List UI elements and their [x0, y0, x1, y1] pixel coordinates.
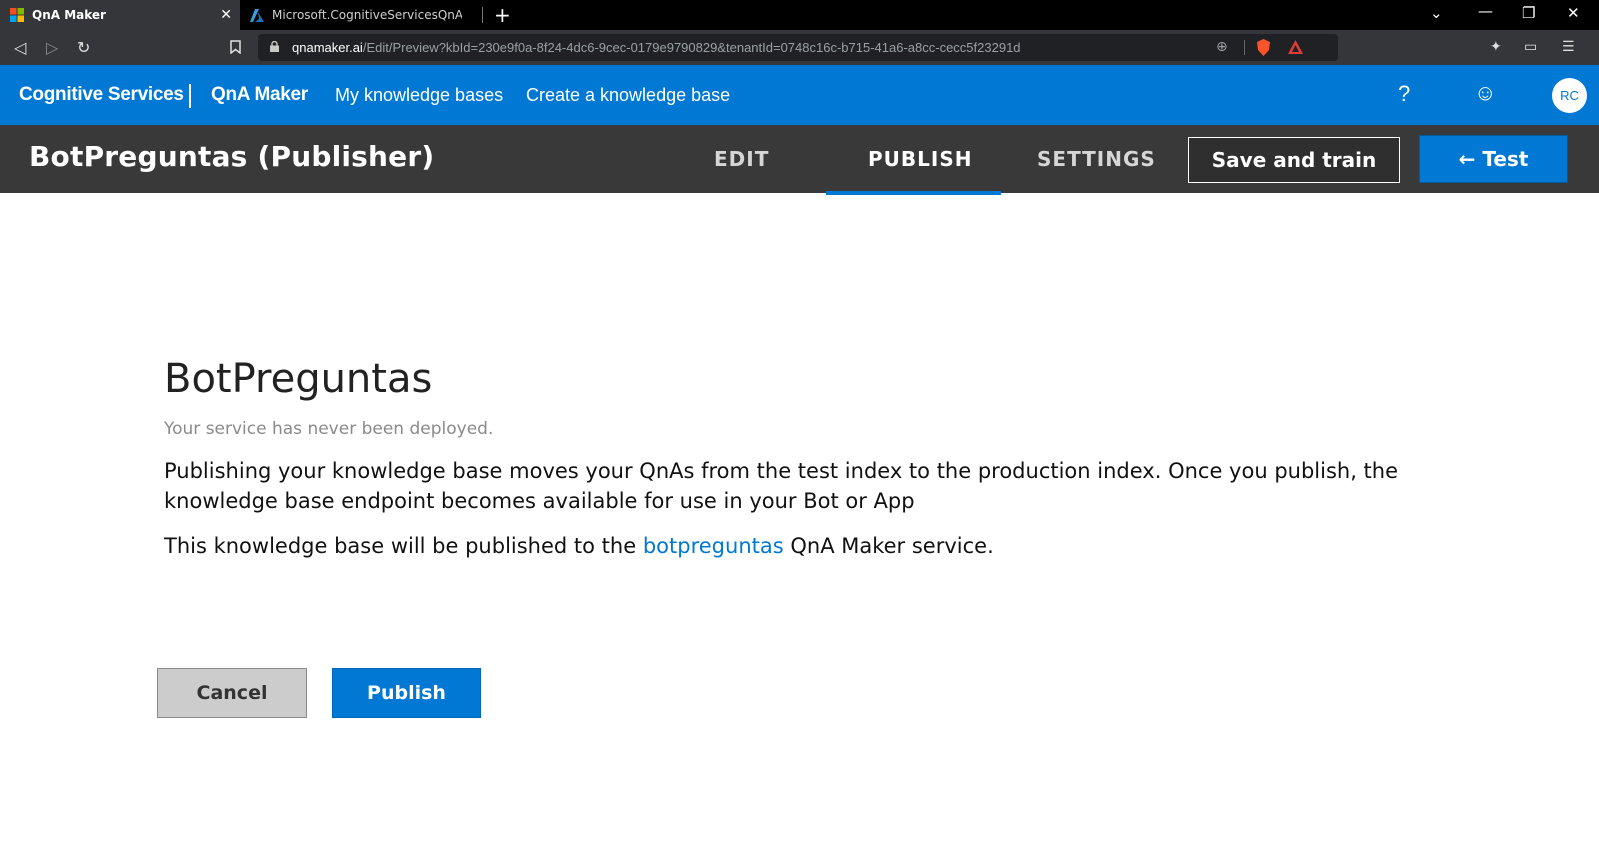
brand-divider — [189, 84, 191, 108]
service-name-heading: BotPreguntas — [164, 356, 433, 402]
tab-divider — [482, 7, 483, 23]
brave-shield-icon[interactable] — [1256, 39, 1271, 56]
tab-title: QnA Maker — [32, 8, 106, 22]
tab-publish[interactable]: PUBLISH — [868, 147, 972, 171]
qna-maker-link[interactable]: QnA Maker — [211, 84, 308, 106]
wallet-icon[interactable]: ▭ — [1524, 39, 1537, 55]
extensions-icon[interactable]: ✦ — [1490, 39, 1502, 55]
url-path: /Edit/Preview?kbId=230e9f0a-8f24-4dc6-9c… — [362, 40, 1021, 55]
avatar[interactable]: RC — [1552, 78, 1587, 113]
active-tab-indicator — [826, 191, 1001, 195]
tab-title: Microsoft.CognitiveServicesQnAMaker — [272, 8, 462, 22]
lock-icon — [270, 41, 279, 52]
restore-icon[interactable]: ❐ — [1522, 4, 1535, 22]
close-tab-icon[interactable]: ✕ — [220, 7, 232, 23]
feedback-smiley-icon[interactable]: ☺ — [1474, 80, 1496, 106]
publish-panel: BotPreguntas Your service has never been… — [0, 196, 1599, 859]
forward-icon[interactable]: ▷ — [46, 38, 58, 57]
microsoft-logo-icon — [10, 8, 24, 22]
save-and-train-button[interactable]: Save and train — [1188, 137, 1400, 183]
cognitive-services-link[interactable]: Cognitive Services — [19, 84, 184, 106]
tab-edit[interactable]: EDIT — [714, 147, 769, 171]
top-navigation: Cognitive Services QnA Maker My knowledg… — [0, 65, 1599, 125]
new-tab-icon[interactable]: + — [494, 3, 511, 27]
create-knowledge-base-link[interactable]: Create a knowledge base — [526, 85, 730, 106]
back-icon[interactable]: ◁ — [14, 38, 26, 57]
bookmark-icon[interactable] — [230, 40, 241, 54]
url-host: qnamaker.ai — [292, 40, 363, 55]
publish-target-text: This knowledge base will be published to… — [164, 534, 994, 558]
page-title: BotPreguntas (Publisher) — [29, 140, 435, 173]
chevron-down-icon[interactable]: ⌄ — [1430, 4, 1443, 22]
publish-suffix: QnA Maker service. — [790, 534, 994, 558]
address-bar[interactable]: qnamaker.ai/Edit/Preview?kbId=230e9f0a-8… — [258, 34, 1338, 61]
publish-prefix: This knowledge base will be published to… — [164, 534, 637, 558]
browser-toolbar: ◁ ▷ ↻ qnamaker.ai/Edit/Preview?kbId=230e… — [0, 30, 1599, 65]
tab-settings[interactable]: SETTINGS — [1037, 147, 1156, 171]
menu-icon[interactable]: ☰ — [1562, 39, 1575, 55]
kb-header: BotPreguntas (Publisher) EDIT PUBLISH SE… — [0, 125, 1599, 195]
zoom-icon[interactable]: ⊕ — [1216, 39, 1228, 55]
my-knowledge-bases-link[interactable]: My knowledge bases — [335, 85, 503, 106]
close-window-icon[interactable]: ✕ — [1567, 4, 1580, 22]
divider — [1244, 40, 1245, 55]
publish-description: Publishing your knowledge base moves you… — [164, 459, 1399, 513]
brave-rewards-icon[interactable] — [1288, 40, 1303, 54]
azure-logo-icon — [250, 8, 264, 22]
minimize-icon[interactable]: — — [1478, 2, 1493, 20]
reload-icon[interactable]: ↻ — [77, 38, 90, 57]
url-text[interactable]: qnamaker.ai/Edit/Preview?kbId=230e9f0a-8… — [292, 40, 1021, 55]
browser-tab-azure[interactable]: Microsoft.CognitiveServicesQnAMaker — [240, 0, 483, 30]
deployment-status: Your service has never been deployed. — [164, 419, 494, 439]
test-button[interactable]: ← Test — [1419, 135, 1568, 183]
publish-button[interactable]: Publish — [332, 668, 481, 718]
help-icon[interactable]: ? — [1398, 81, 1410, 107]
browser-tab-bar: QnA Maker ✕ Microsoft.CognitiveServicesQ… — [0, 0, 1599, 30]
service-link[interactable]: botpreguntas — [643, 534, 784, 558]
cancel-button[interactable]: Cancel — [157, 668, 307, 718]
browser-tab-qna-maker[interactable]: QnA Maker ✕ — [0, 0, 240, 30]
